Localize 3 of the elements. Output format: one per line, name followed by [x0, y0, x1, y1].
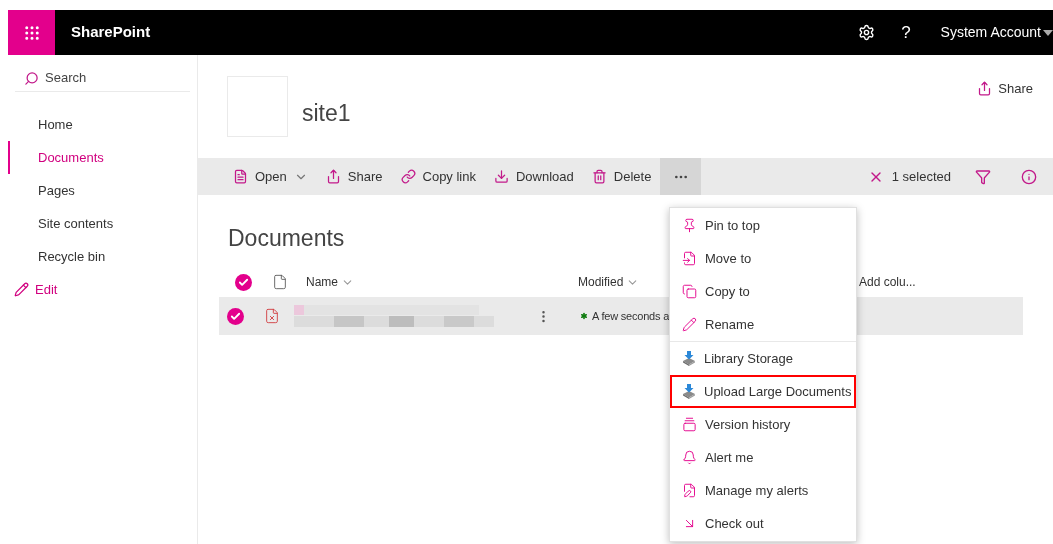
modified-date: A few seconds a: [592, 308, 670, 324]
library-title: Documents: [228, 224, 345, 253]
site-title: site1: [302, 99, 351, 128]
